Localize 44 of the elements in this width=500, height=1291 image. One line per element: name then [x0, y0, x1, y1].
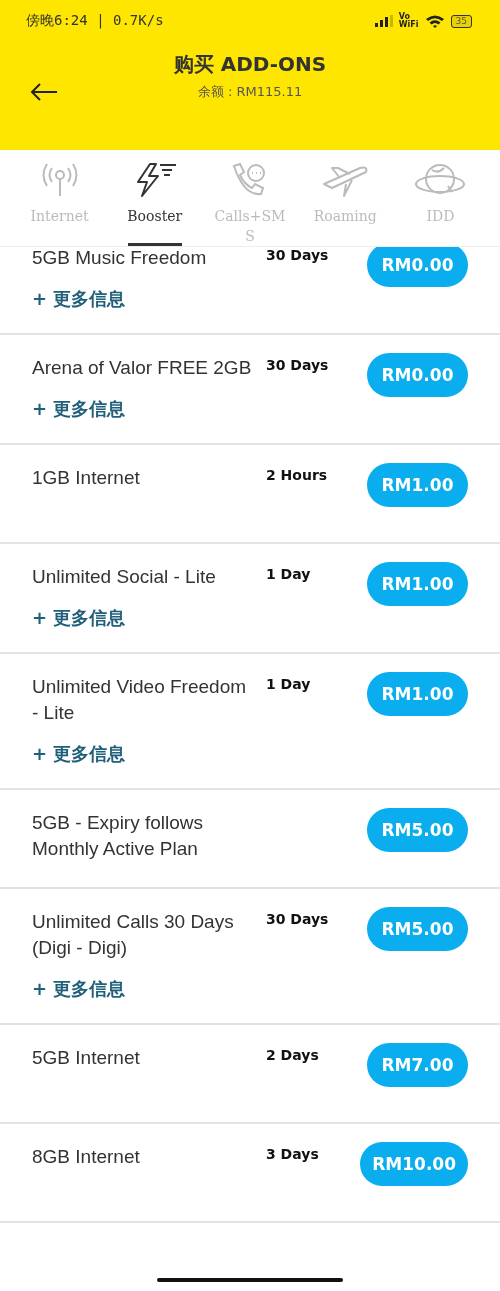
- status-time: 傍晚6:24 | 0.7K/s: [26, 12, 164, 30]
- addon-duration: 30 Days: [266, 911, 329, 927]
- wifi-icon: [424, 13, 445, 29]
- page-title: 购买 ADD-ONS: [173, 51, 327, 78]
- vowifi-label: Vo WiFi: [398, 13, 419, 29]
- back-button[interactable]: [30, 82, 58, 102]
- category-tab[interactable]: Booster: [107, 150, 203, 246]
- more-info-link[interactable]: + 更多信息: [32, 287, 126, 311]
- addon-name: 5GB - Expiry follows Monthly Active Plan: [32, 811, 205, 861]
- addon-name: 5GB Internet: [32, 1046, 141, 1070]
- more-info-link[interactable]: + 更多信息: [32, 606, 126, 630]
- addon-name: Arena of Valor FREE 2GB: [32, 356, 253, 380]
- addon-duration: 30 Days: [266, 357, 329, 373]
- more-info-link[interactable]: + 更多信息: [32, 742, 126, 766]
- price-button[interactable]: RM1.00: [367, 672, 468, 716]
- addon-name: Unlimited Video Freedom - Lite: [32, 675, 248, 725]
- addon-duration: 30 Days: [266, 247, 329, 263]
- addon-name: 1GB Internet: [32, 466, 141, 490]
- balance-text: 余额 : RM115.11: [197, 83, 303, 101]
- price-button[interactable]: RM5.00: [367, 808, 468, 852]
- category-tab[interactable]: Internet: [12, 150, 108, 246]
- addon-name: 5GB Music Freedom: [32, 247, 208, 270]
- price-button[interactable]: RM7.00: [367, 1043, 468, 1087]
- addon-duration: 2 Days: [266, 1047, 319, 1063]
- more-info-link[interactable]: + 更多信息: [32, 977, 126, 1001]
- category-tab[interactable]: Calls+SMS: [202, 150, 298, 246]
- price-button[interactable]: RM1.00: [367, 463, 468, 507]
- price-button[interactable]: RM0.00: [367, 247, 468, 287]
- signal-icon: [374, 15, 393, 27]
- addon-name: Unlimited Social - Lite: [32, 565, 217, 589]
- category-tab[interactable]: IDD: [392, 150, 488, 246]
- price-button[interactable]: RM1.00: [367, 562, 468, 606]
- category-tab[interactable]: Roaming: [297, 150, 393, 246]
- battery-icon: 35: [450, 14, 472, 28]
- price-button[interactable]: RM5.00: [367, 907, 468, 951]
- addon-duration: 1 Day: [266, 566, 311, 582]
- price-button[interactable]: RM10.00: [360, 1142, 468, 1186]
- price-button[interactable]: RM0.00: [367, 353, 468, 397]
- addon-duration: 2 Hours: [266, 467, 328, 483]
- addon-duration: 1 Day: [266, 676, 311, 692]
- more-info-link[interactable]: + 更多信息: [32, 397, 126, 421]
- addon-duration: 3 Days: [266, 1146, 319, 1162]
- addon-name: Unlimited Calls 30 Days (Digi - Digi): [32, 910, 235, 960]
- addon-name: 8GB Internet: [32, 1145, 141, 1169]
